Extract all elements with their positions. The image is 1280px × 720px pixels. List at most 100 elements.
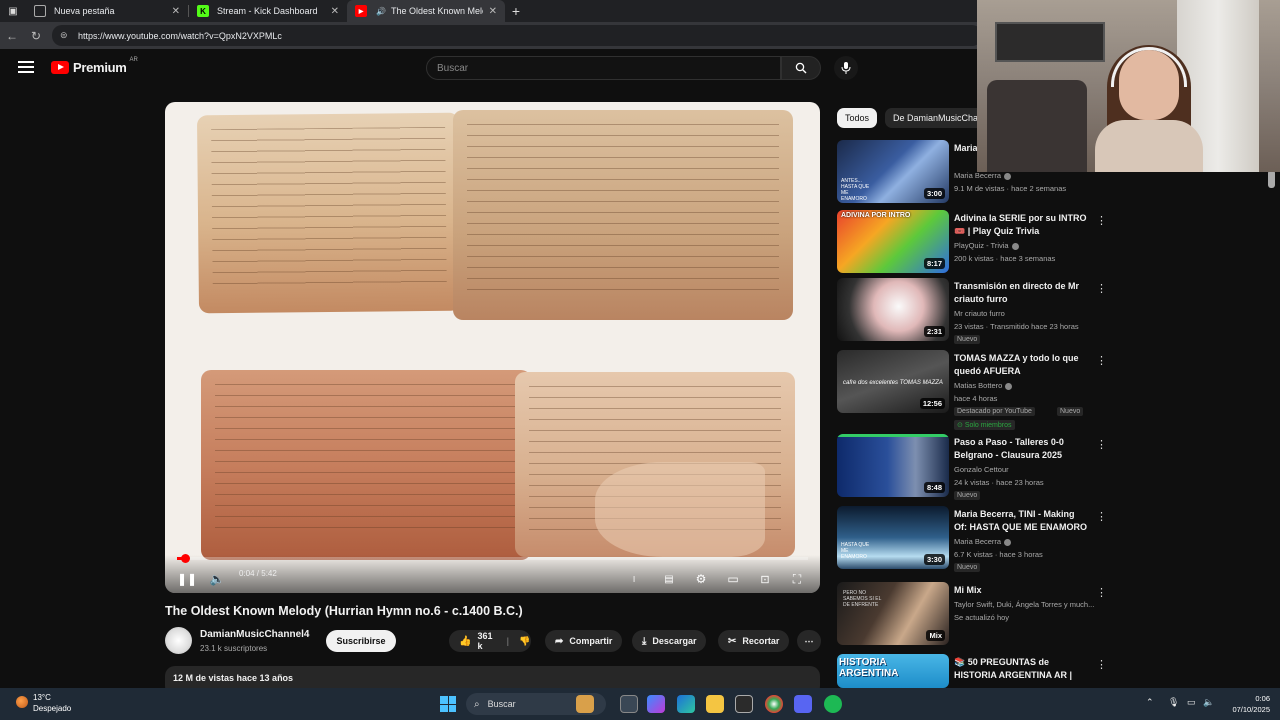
list-item[interactable]: cafre dos excelentes TOMAS MAZZA 12:56 T… — [837, 350, 1107, 436]
search-highlight-icon[interactable] — [576, 695, 594, 713]
video-thumbnail[interactable]: PERO NO SABEMOS SI EL DE ENFRENTE Mix — [837, 582, 949, 645]
video-thumbnail[interactable]: cafre dos excelentes TOMAS MAZZA 12:56 — [837, 350, 949, 413]
chip-all[interactable]: Todos — [837, 108, 878, 128]
search-input[interactable]: Buscar — [426, 56, 781, 80]
close-icon[interactable]: ✕ — [331, 6, 339, 17]
more-vertical-icon[interactable]: ⋮ — [1096, 510, 1107, 523]
video-thumbnail[interactable]: 8:48 — [837, 434, 949, 497]
microsoft-store-icon[interactable] — [735, 695, 753, 713]
kick-logo-icon: K — [197, 5, 209, 17]
task-view-icon[interactable] — [620, 695, 638, 713]
more-vertical-icon[interactable]: ⋮ — [1096, 214, 1107, 227]
file-explorer-icon[interactable] — [706, 695, 724, 713]
speaker-icon[interactable]: 🔈 — [1203, 697, 1214, 708]
settings-gear-icon[interactable]: ⚙ — [693, 569, 709, 589]
subtitles-icon[interactable]: ▤ — [661, 569, 677, 589]
video-thumbnail[interactable]: ADIVINA POR INTRO 8:17 — [837, 210, 949, 273]
list-item[interactable]: PERO NO SABEMOS SI EL DE ENFRENTE Mix Mi… — [837, 582, 1107, 652]
chrome-icon[interactable] — [765, 695, 783, 713]
more-vertical-icon[interactable]: ⋮ — [1096, 438, 1107, 451]
progress-bar[interactable] — [177, 554, 808, 563]
tab-title: Stream - Kick Dashboard — [217, 6, 318, 16]
autoplay-toggle-icon[interactable]: ⏽ — [623, 569, 645, 589]
menu-icon[interactable] — [18, 61, 34, 76]
volume-icon[interactable]: 🔈 — [209, 569, 225, 589]
more-vertical-icon[interactable]: ⋮ — [1096, 282, 1107, 295]
thumbs-down-icon[interactable]: 👎 — [519, 636, 530, 647]
featured-badge: Destacado por YouTube — [954, 407, 1035, 416]
video-thumbnail[interactable]: ANTES... HASTA QUE ME ENAMORO 3:00 — [837, 140, 949, 203]
clay-tablet-image — [196, 112, 462, 314]
theater-mode-icon[interactable]: ▭ — [725, 569, 741, 589]
download-icon: ⤓ — [642, 635, 647, 647]
channel-name[interactable]: DamianMusicChannel4 — [200, 629, 309, 640]
tab-youtube-video[interactable]: ▶ 🔊 The Oldest Known Melody ( ✕ — [347, 0, 505, 22]
channel-line: Maria Becerra — [954, 171, 1012, 180]
close-icon[interactable]: ✕ — [172, 6, 180, 17]
channel-avatar[interactable] — [165, 627, 192, 654]
address-bar[interactable]: ⊜ https://www.youtube.com/watch?v=QpxN2V… — [52, 25, 982, 46]
more-actions-button[interactable]: ⋯ — [797, 630, 821, 652]
chevron-up-icon[interactable]: ⌃ — [1146, 697, 1154, 708]
duration-badge: 12:56 — [919, 398, 945, 409]
list-item[interactable]: HASTA QUE ME ENAMORO 3:30 Maria Becerra,… — [837, 506, 1107, 578]
edge-browser-icon[interactable] — [677, 695, 695, 713]
channel-line: Matias Bottero — [954, 381, 1013, 390]
share-button[interactable]: ➦ Compartir — [545, 630, 623, 652]
scrubber-handle[interactable] — [181, 554, 190, 563]
tablet-crack — [595, 462, 765, 557]
tab-new-tab[interactable]: Nueva pestaña ✕ — [26, 0, 188, 22]
temperature: 13°C — [33, 693, 51, 702]
members-icon: ⊙ — [957, 422, 965, 429]
subscriber-count: 23.1 k suscriptores — [200, 644, 268, 653]
windows-start-icon[interactable] — [440, 696, 456, 712]
cast-icon[interactable]: ⊡ — [757, 569, 773, 589]
list-item[interactable]: ADIVINA POR INTRO 8:17 Adivina la SERIE … — [837, 210, 1107, 276]
logo-text: Premium — [73, 60, 127, 75]
list-item[interactable]: HISTORIA ARGENTINA 📚 50 PREGUNTAS de HIS… — [837, 654, 1107, 688]
video-thumbnail[interactable]: 2:31 — [837, 278, 949, 341]
copilot-icon[interactable] — [647, 695, 665, 713]
spotify-icon[interactable] — [824, 695, 842, 713]
new-tab-button[interactable]: + — [505, 3, 527, 19]
video-owner-row: DamianMusicChannel4 23.1 k suscriptores … — [165, 627, 825, 655]
list-item[interactable]: 2:31 Transmisión en directo de Mr criaut… — [837, 278, 1107, 350]
more-vertical-icon[interactable]: ⋮ — [1096, 354, 1107, 367]
youtube-premium-logo[interactable]: Premium AR — [51, 57, 138, 75]
network-icon[interactable]: ▭ — [1187, 697, 1196, 708]
download-button[interactable]: ⤓ Descargar — [632, 630, 707, 652]
background-chair — [987, 80, 1087, 172]
list-item[interactable]: 8:48 Paso a Paso - Talleres 0-0 Belgrano… — [837, 434, 1107, 506]
voice-search-button[interactable] — [834, 56, 858, 80]
tab-kick-dashboard[interactable]: K Stream - Kick Dashboard ✕ — [189, 0, 347, 22]
subscribe-button[interactable]: Suscribirse — [326, 630, 396, 652]
screen: ▣ Nueva pestaña ✕ K Stream - Kick Dashbo… — [0, 0, 1280, 720]
back-arrow-icon[interactable]: ← — [0, 29, 24, 43]
video-thumbnail[interactable]: HISTORIA ARGENTINA — [837, 654, 949, 688]
chip-from-channel[interactable]: De DamianMusicCha — [885, 108, 987, 128]
fullscreen-icon[interactable]: ⛶ — [789, 569, 805, 589]
youtube-logo-icon: ▶ — [355, 5, 367, 17]
duration-badge: 8:17 — [923, 258, 945, 269]
clip-button[interactable]: ✂ Recortar — [718, 630, 790, 652]
more-vertical-icon[interactable]: ⋮ — [1096, 586, 1107, 599]
page-scrollbar[interactable] — [1268, 170, 1275, 188]
verified-icon — [1004, 538, 1012, 546]
microphone-icon[interactable]: 🎙 — [1168, 697, 1179, 708]
like-button[interactable]: 👍 361 k | 👎 — [449, 630, 531, 652]
tab-search-icon[interactable]: ▣ — [0, 0, 26, 22]
new-badge: Nuevo — [954, 491, 981, 500]
audio-playing-icon[interactable]: 🔊 — [375, 5, 387, 17]
video-thumbnail[interactable]: HASTA QUE ME ENAMORO 3:30 — [837, 506, 949, 569]
site-info-icon[interactable]: ⊜ — [60, 30, 70, 41]
system-clock[interactable]: 0:06 07/10/2025 — [1220, 693, 1270, 715]
search-icon: ⌕ — [474, 698, 480, 710]
discord-icon[interactable] — [794, 695, 812, 713]
video-meta: 23 vistas · Transmitido hace 23 horas — [954, 322, 1079, 331]
search-button[interactable] — [781, 56, 821, 80]
reload-icon[interactable]: ↻ — [24, 29, 48, 43]
close-icon[interactable]: ✕ — [489, 6, 497, 17]
more-vertical-icon[interactable]: ⋮ — [1096, 658, 1107, 671]
pause-icon[interactable]: ❚❚ — [177, 569, 197, 589]
video-player[interactable]: ❚❚ 🔈 0:04 / 5:42 ⏽ ▤ ⚙ ▭ ⊡ ⛶ — [165, 102, 820, 593]
